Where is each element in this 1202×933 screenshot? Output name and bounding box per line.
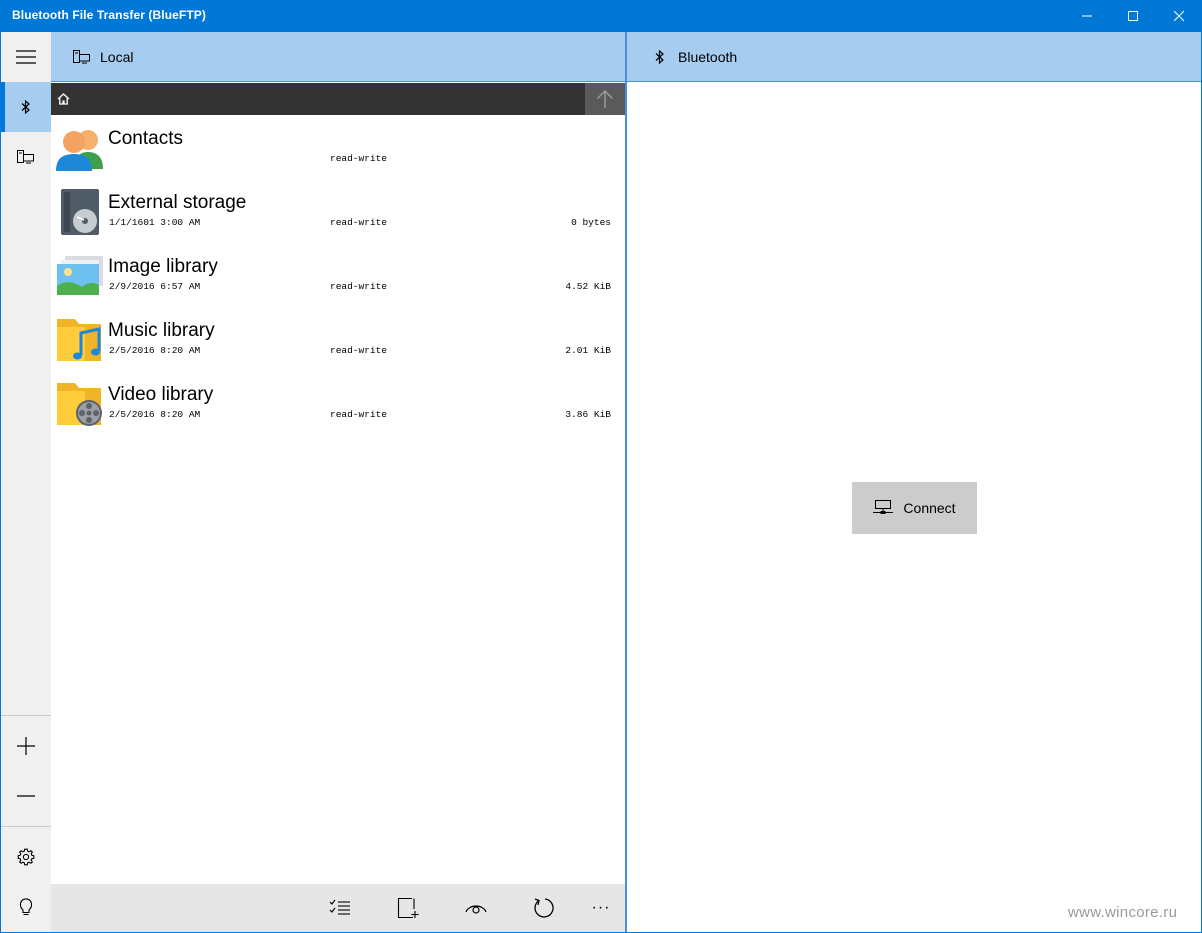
maximize-icon [1128,11,1138,21]
file-permission: read-write [330,345,388,356]
new-folder-button[interactable] [384,884,432,932]
connect-button[interactable]: Connect [852,482,977,534]
music-library-icon [57,319,101,361]
contacts-icon [56,130,103,171]
lightbulb-icon [19,898,33,916]
bluetooth-icon [21,100,30,114]
connect-network-icon [873,500,894,516]
close-icon [1174,11,1184,21]
gear-icon [17,848,35,866]
nav-item-bluetooth[interactable] [1,82,51,132]
file-name: Contacts [108,128,183,149]
file-permission: read-write [330,281,388,292]
view-button[interactable] [452,884,500,932]
file-name: External storage [108,192,247,213]
bluetooth-pane-header[interactable]: Bluetooth [627,32,1201,82]
plus-icon [17,737,35,755]
more-ellipsis-icon: ··· [591,899,611,916]
nav-item-local[interactable] [1,132,51,182]
select-items-button[interactable] [316,884,364,932]
refresh-icon [534,898,554,918]
home-icon[interactable] [57,92,70,110]
bluetooth-icon [655,49,665,64]
up-directory-button[interactable] [585,83,625,115]
file-row-image-library[interactable]: Image library 2/9/2016 6:57 AM read-writ… [51,243,625,307]
tips-button[interactable] [1,882,51,932]
settings-button[interactable] [1,832,51,882]
video-library-icon [57,383,102,426]
file-name: Music library [108,320,215,341]
maximize-button[interactable] [1110,0,1156,32]
file-date: 2/5/2016 8:20 AM [109,345,201,356]
file-date: 1/1/1601 3:00 AM [109,217,201,228]
file-permission: read-write [330,409,388,420]
minus-icon [17,795,35,797]
nav-rail [1,32,51,932]
view-eye-icon [465,905,487,914]
file-row-music-library[interactable]: Music library 2/5/2016 8:20 AM read-writ… [51,307,625,371]
file-name: Image library [108,256,218,277]
file-row-video-library[interactable]: Video library 2/5/2016 8:20 AM read-writ… [51,371,625,435]
connect-label: Connect [903,500,956,516]
watermark: www.wincore.ru [1068,904,1178,921]
local-pane-header[interactable]: Local [51,32,625,82]
title-bar: Bluetooth File Transfer (BlueFTP) [0,0,1202,32]
new-folder-icon [397,897,419,919]
pane-divider [625,32,627,932]
file-permission: read-write [330,217,388,228]
file-size: 4.52 KiB [565,281,611,292]
file-size: 0 bytes [571,217,611,228]
close-button[interactable] [1156,0,1202,32]
file-list: Contacts read-write External storage 1/1… [51,115,625,435]
external-storage-icon [61,189,99,235]
rail-divider [1,715,51,716]
file-size: 2.01 KiB [565,345,611,356]
minimize-icon [1082,15,1092,17]
local-computer-icon [73,49,91,64]
file-size: 3.86 KiB [565,409,611,420]
file-row-external-storage[interactable]: External storage 1/1/1601 3:00 AM read-w… [51,179,625,243]
local-computer-icon [17,150,34,164]
file-permission: read-write [330,153,388,164]
zoom-in-button[interactable] [1,721,51,771]
more-options-button[interactable]: ··· [577,884,625,932]
minimize-button[interactable] [1064,0,1110,32]
refresh-button[interactable] [520,884,568,932]
hamburger-menu-icon [16,50,36,64]
select-list-icon [329,899,350,915]
rail-divider [1,826,51,827]
window-title: Bluetooth File Transfer (BlueFTP) [12,8,206,22]
local-pane-title: Local [100,48,134,65]
file-date: 2/5/2016 8:20 AM [109,409,201,420]
image-library-icon [57,256,103,295]
arrow-up-icon [596,89,614,108]
zoom-out-button[interactable] [1,771,51,821]
path-bar [51,83,625,115]
file-name: Video library [108,384,214,405]
hamburger-menu-button[interactable] [1,32,51,82]
file-date: 2/9/2016 6:57 AM [109,281,201,292]
file-row-contacts[interactable]: Contacts read-write [51,115,625,179]
local-pane-toolbar: ··· [51,884,625,932]
bluetooth-pane-title: Bluetooth [678,48,738,65]
